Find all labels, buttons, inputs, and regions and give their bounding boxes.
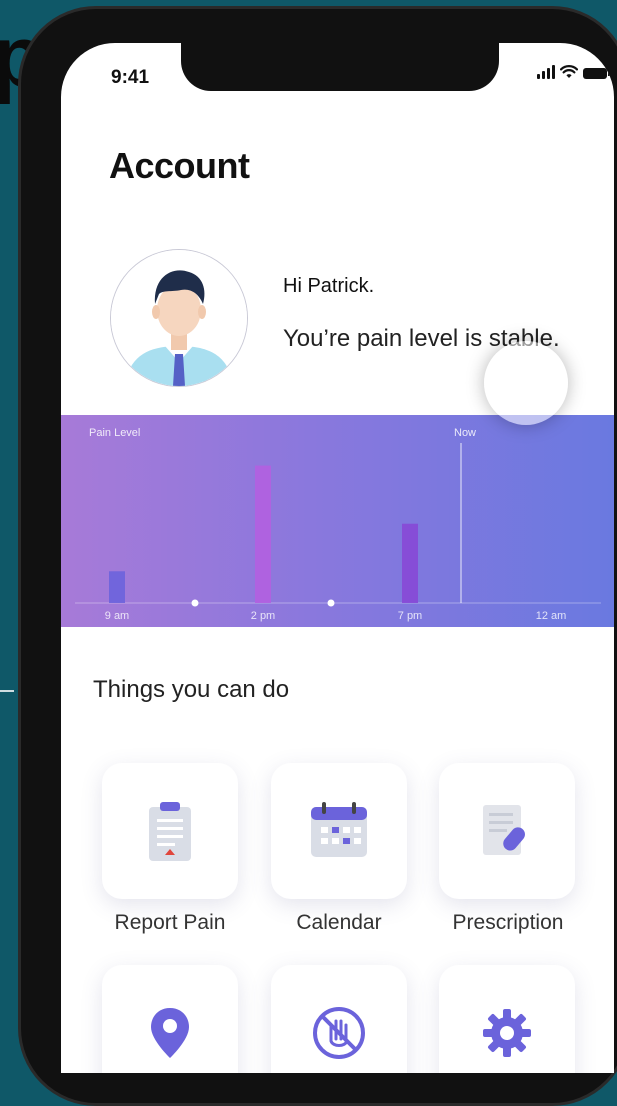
calendar-label[interactable]: Calendar <box>254 911 424 935</box>
calendar-icon <box>311 802 367 857</box>
chart-bar <box>255 465 271 603</box>
phone-notch <box>181 35 499 91</box>
prescription-button[interactable] <box>439 763 575 899</box>
app-screen: 9:41 Account Hi Patrick. You’re pain lev… <box>61 43 614 1073</box>
touch-indicator <box>484 341 568 425</box>
pain-chart-plot: 9 am 2 pm 7 pm 12 am <box>75 443 601 622</box>
status-time: 9:41 <box>111 67 150 88</box>
battery-icon <box>583 68 610 79</box>
report-pain-button[interactable] <box>102 763 238 899</box>
section-title: Things you can do <box>93 676 290 703</box>
no-touch-icon <box>313 1007 365 1059</box>
status-icons <box>537 65 610 79</box>
settings-button[interactable] <box>439 965 575 1073</box>
chart-tick-label: 2 pm <box>251 610 275 622</box>
background-divider <box>0 690 14 692</box>
chart-tick-label: 7 pm <box>398 610 422 622</box>
chart-timeline-dot <box>191 599 199 607</box>
no-touch-button[interactable] <box>271 965 407 1073</box>
page-title: Account <box>109 145 250 186</box>
wifi-icon <box>560 65 578 78</box>
chart-tick-label: 9 am <box>105 610 129 622</box>
prescription-label[interactable]: Prescription <box>423 911 593 935</box>
pain-level-chart: Pain Level Now 9 am 2 pm 7 pm 12 am <box>61 415 614 627</box>
chart-bar <box>402 523 418 603</box>
chart-bar <box>109 571 125 603</box>
report-pain-label[interactable]: Report Pain <box>85 911 255 935</box>
chart-tick-label: 12 am <box>536 610 567 622</box>
location-pin-icon <box>151 1008 189 1058</box>
gear-icon <box>483 1009 531 1057</box>
chart-timeline-dot <box>327 599 335 607</box>
avatar[interactable] <box>110 249 248 387</box>
pill-prescription-icon <box>483 805 525 855</box>
greeting-text: Hi Patrick. <box>283 275 375 297</box>
signal-icon <box>537 65 555 79</box>
calendar-button[interactable] <box>271 763 407 899</box>
location-button[interactable] <box>102 965 238 1073</box>
clipboard-icon <box>149 802 191 861</box>
phone-frame: 9:41 Account Hi Patrick. You’re pain lev… <box>18 6 617 1106</box>
